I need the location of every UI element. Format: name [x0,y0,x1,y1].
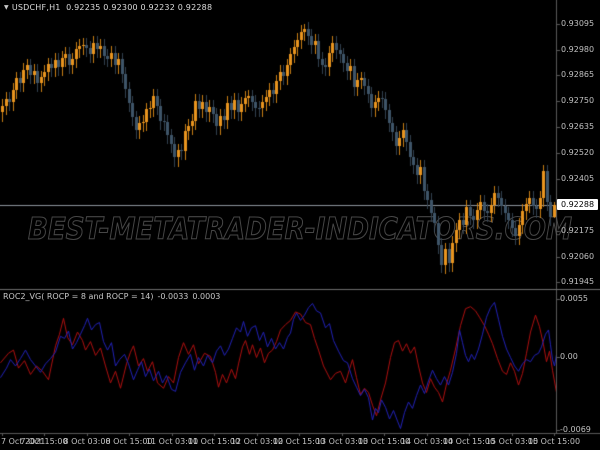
ohlc-quotes-label: 0.92235 0.92300 0.92232 0.92288 [66,3,213,12]
panel-splitter-handle[interactable] [0,286,600,292]
symbol-timeframe-label: USDCHF,H1 [11,3,61,12]
indicator-value-slow: 0.0003 [192,292,221,301]
price-chart-canvas[interactable] [0,0,600,450]
chart-marker-icon: ▼ [4,4,9,11]
price-scale-drag-area[interactable] [556,0,600,433]
indicator-name-label: ROC2_VG( ROCP = 8 and ROCP = 14) [3,292,154,301]
indicator-title: ROC2_VG( ROCP = 8 and ROCP = 14) -0.0033 0… [3,292,224,301]
time-scale-drag-area[interactable] [0,433,600,450]
chart-window: BEST-METATRADER-INDICATORS.COM ▼USDCHF,H… [0,0,600,450]
chart-titlebar: ▼ USDCHF,H1 0.92235 0.92300 0.92232 0.922… [4,3,212,12]
indicator-value-fast: -0.0033 [157,292,189,301]
